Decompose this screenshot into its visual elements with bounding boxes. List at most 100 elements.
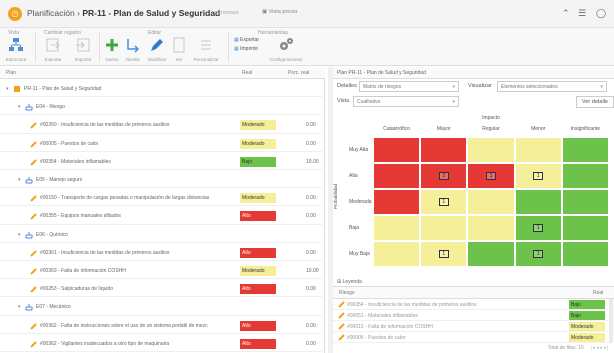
nuevo-button[interactable]: Nuevo (102, 37, 122, 62)
group-title-editar: Editar (148, 30, 162, 36)
matrix-cell[interactable] (561, 241, 609, 267)
matrix-cell[interactable] (373, 241, 421, 267)
risk-level-badge: Bajo (569, 300, 605, 309)
col-header-riesgo[interactable]: Riesgo (339, 290, 355, 296)
exportar-registro-label: Exportar (44, 57, 62, 62)
table-row[interactable]: #00362 - Vigilantes inadecuados a otro t… (0, 334, 322, 352)
exportar-registro-button[interactable]: Exportar (40, 37, 66, 62)
impact-column-header: Catastrófico (383, 126, 410, 132)
list-item[interactable]: #00005 - Puestos de calor Moderado (333, 332, 609, 343)
matrix-cell[interactable] (373, 189, 421, 215)
table-row[interactable]: #00361 - Insuficiencia de las medidas de… (0, 243, 322, 261)
matrix-cell[interactable] (514, 137, 562, 163)
matrix-cell[interactable] (561, 163, 609, 189)
expand-arrow-icon[interactable]: ▾ (18, 232, 21, 238)
table-row[interactable]: #00350 - Insuficiencia de las medidas de… (0, 115, 322, 134)
expand-arrow-icon[interactable]: ▾ (18, 104, 21, 110)
versions-link[interactable]: versiones (215, 10, 239, 16)
col-header-real[interactable]: Real (242, 70, 252, 76)
matrix-cell[interactable] (514, 189, 562, 215)
matrix-cell[interactable] (561, 137, 609, 163)
matrix-cell[interactable] (373, 215, 421, 241)
matrix-cell[interactable] (420, 137, 468, 163)
risk-count-badge[interactable]: 1 (533, 172, 544, 180)
table-row[interactable]: #00150 - Transporte de cargas pesadas o … (0, 188, 322, 207)
matrix-cell[interactable] (467, 137, 515, 163)
help-icon[interactable]: ◯ (596, 8, 606, 19)
vista-select[interactable]: Cualitativo ▾ (353, 96, 459, 107)
visualizar-select[interactable]: Elementos seleccionados ▾ (497, 81, 607, 92)
nivelar-button[interactable]: Nivelar (122, 37, 144, 62)
risk-count-badge[interactable]: 1 (486, 172, 496, 180)
menu-icon[interactable]: ☰ (578, 8, 586, 19)
impact-column-header: Menor (531, 126, 546, 132)
ver-button[interactable]: Ver (170, 37, 188, 62)
collapse-icon[interactable]: ⌃ (562, 8, 570, 19)
risk-count-badge[interactable]: 1 (438, 198, 449, 206)
col-header-plan[interactable]: Plan (6, 70, 16, 76)
document-icon (173, 37, 185, 53)
percent-value: 0.00 (306, 322, 316, 329)
matrix-cell[interactable] (561, 215, 609, 241)
scrollbar[interactable] (609, 299, 613, 343)
list-item[interactable]: #00015 - Falta de información COSHH Moder… (333, 321, 609, 332)
table-row[interactable]: #00253 - Salpicaduras de líquido Alto 0.00 (0, 279, 322, 298)
vista-label: Vista (337, 98, 350, 104)
col-header-pct[interactable]: Porc. real (288, 70, 309, 76)
expand-arrow-icon[interactable]: ▾ (6, 86, 9, 92)
impact-axis-title: Impacto (482, 115, 500, 121)
modificar-button[interactable]: Modificar (145, 37, 169, 62)
risk-count-badge[interactable]: 1 (438, 250, 449, 258)
table-row[interactable]: #00005 - Puestos de calor Moderado 0.00 (0, 134, 322, 152)
detalles-select[interactable]: Matriz de riesgos ▾ (359, 81, 459, 92)
table-row[interactable]: #00363 - Falta de información COSHH Moder… (0, 261, 322, 280)
likelihood-row-header: Alta (349, 173, 358, 179)
imprimir-button[interactable]: ▦ Imprimir (234, 46, 258, 52)
risk-count-badge[interactable]: 2 (438, 172, 449, 180)
risk-level-badge: Alto (240, 338, 276, 349)
importar-registro-button[interactable]: Importar (70, 37, 96, 62)
tree-group-row[interactable]: ▾ E06 - Químico (0, 225, 322, 243)
list-item[interactable]: #00051 - Materiales inflamables Bajo (333, 310, 609, 321)
tree-group-row[interactable]: ▾ E04 - Riesgo (0, 97, 322, 116)
personalizar-button[interactable]: Personalizar (190, 37, 222, 62)
expand-arrow-icon[interactable]: ▾ (18, 304, 21, 310)
col-header-real[interactable]: Real (593, 290, 603, 296)
ver-detalle-button[interactable]: Ver detalle (576, 96, 614, 108)
nivelar-label: Nivelar (125, 57, 140, 62)
matrix-cell[interactable] (373, 137, 421, 163)
legend-toggle[interactable]: ⊞ Leyenda (333, 277, 614, 287)
matrix-cell[interactable] (420, 215, 468, 241)
configuraciones-button[interactable]: Configuraciones (266, 37, 306, 62)
row-label: E05 - Manejo seguro (36, 177, 83, 183)
risk-matrix: Impacto Catastrófico Mayor Regular Menor Insi… (333, 113, 609, 267)
tree-group-row[interactable]: ▾ E07 - Mecánico (0, 297, 322, 316)
table-row[interactable]: #00354 - Materiales inflamables Bajo 10.00 (0, 152, 322, 170)
risk-icon (30, 322, 37, 330)
risk-count-badge[interactable]: 1 (533, 224, 544, 232)
table-row[interactable]: #00355 - Equipos manuales afilados Alto 0.… (0, 206, 322, 225)
percent-value: 0.00 (306, 340, 316, 347)
table-row[interactable]: #00362 - Falta de instrucciones sobre el… (0, 316, 322, 334)
row-label: #00363 - Falta de información COSHH (40, 268, 126, 274)
matrix-cell[interactable] (467, 215, 515, 241)
risk-level-badge: Alto (240, 211, 276, 222)
visualizar-label: Visualizar (468, 83, 492, 89)
gears-icon (280, 38, 293, 50)
exportar-tools-button[interactable]: ▦ Exportar (234, 37, 259, 43)
list-item[interactable]: #00354 - Insuficiencia de las medidas de… (333, 299, 609, 310)
tree-group-row[interactable]: ▾ E05 - Manejo seguro (0, 170, 322, 189)
estructura-button[interactable]: Estructura (3, 37, 29, 62)
tree-group-row[interactable]: ▾ PR-11 - Plan de Salud y Seguridad (0, 79, 322, 98)
risk-count-badge[interactable]: 1 (533, 250, 544, 258)
expand-arrow-icon[interactable]: ▾ (18, 177, 21, 183)
preview-link[interactable]: ▣ Vista previa (262, 9, 297, 15)
matrix-cell[interactable] (373, 163, 421, 189)
plan-tree-table: Plan Real Porc. real ▾ PR-11 - Plan de Sa… (0, 67, 325, 353)
panel-title: Plan PR-11 - Plan de Salud y Seguridad (333, 67, 614, 79)
matrix-cell[interactable] (467, 189, 515, 215)
pagination-arrows-icon[interactable]: |◂ ◂ ▸ ▸| (591, 345, 608, 351)
matrix-cell[interactable] (467, 241, 515, 267)
row-label: E07 - Mecánico (36, 304, 71, 311)
matrix-cell[interactable] (561, 189, 609, 215)
